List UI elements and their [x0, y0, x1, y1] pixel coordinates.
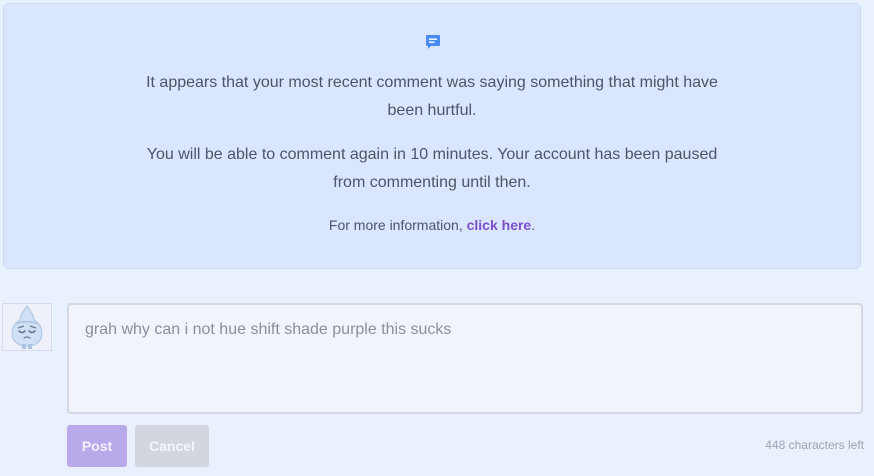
hurtful-message-line-1: It appears that your most recent comment…	[146, 74, 718, 91]
comment-icon	[426, 35, 440, 49]
page: It appears that your most recent comment…	[0, 0, 874, 476]
pause-message: You will be able to comment again in 10 …	[4, 141, 860, 197]
hurtful-message: It appears that your most recent comment…	[4, 69, 860, 125]
more-info-suffix: .	[531, 217, 536, 233]
click-here-link[interactable]: click here	[467, 217, 532, 233]
cancel-button[interactable]: Cancel	[135, 425, 209, 467]
more-info-text: For more information, click here.	[4, 215, 860, 235]
hurtful-message-line-2: been hurtful.	[387, 102, 477, 119]
pause-message-line-1: You will be able to comment again in 10 …	[146, 146, 718, 163]
characters-left: 448 characters left	[765, 438, 864, 452]
avatar-icon	[3, 304, 51, 350]
moderation-notice: It appears that your most recent comment…	[3, 3, 861, 269]
post-button[interactable]: Post	[67, 425, 127, 467]
avatar	[2, 303, 52, 351]
comment-input[interactable]: grah why can i not hue shift shade purpl…	[67, 303, 863, 414]
pause-message-line-2: from commenting until then.	[333, 174, 531, 191]
more-info-prefix: For more information,	[328, 217, 467, 233]
